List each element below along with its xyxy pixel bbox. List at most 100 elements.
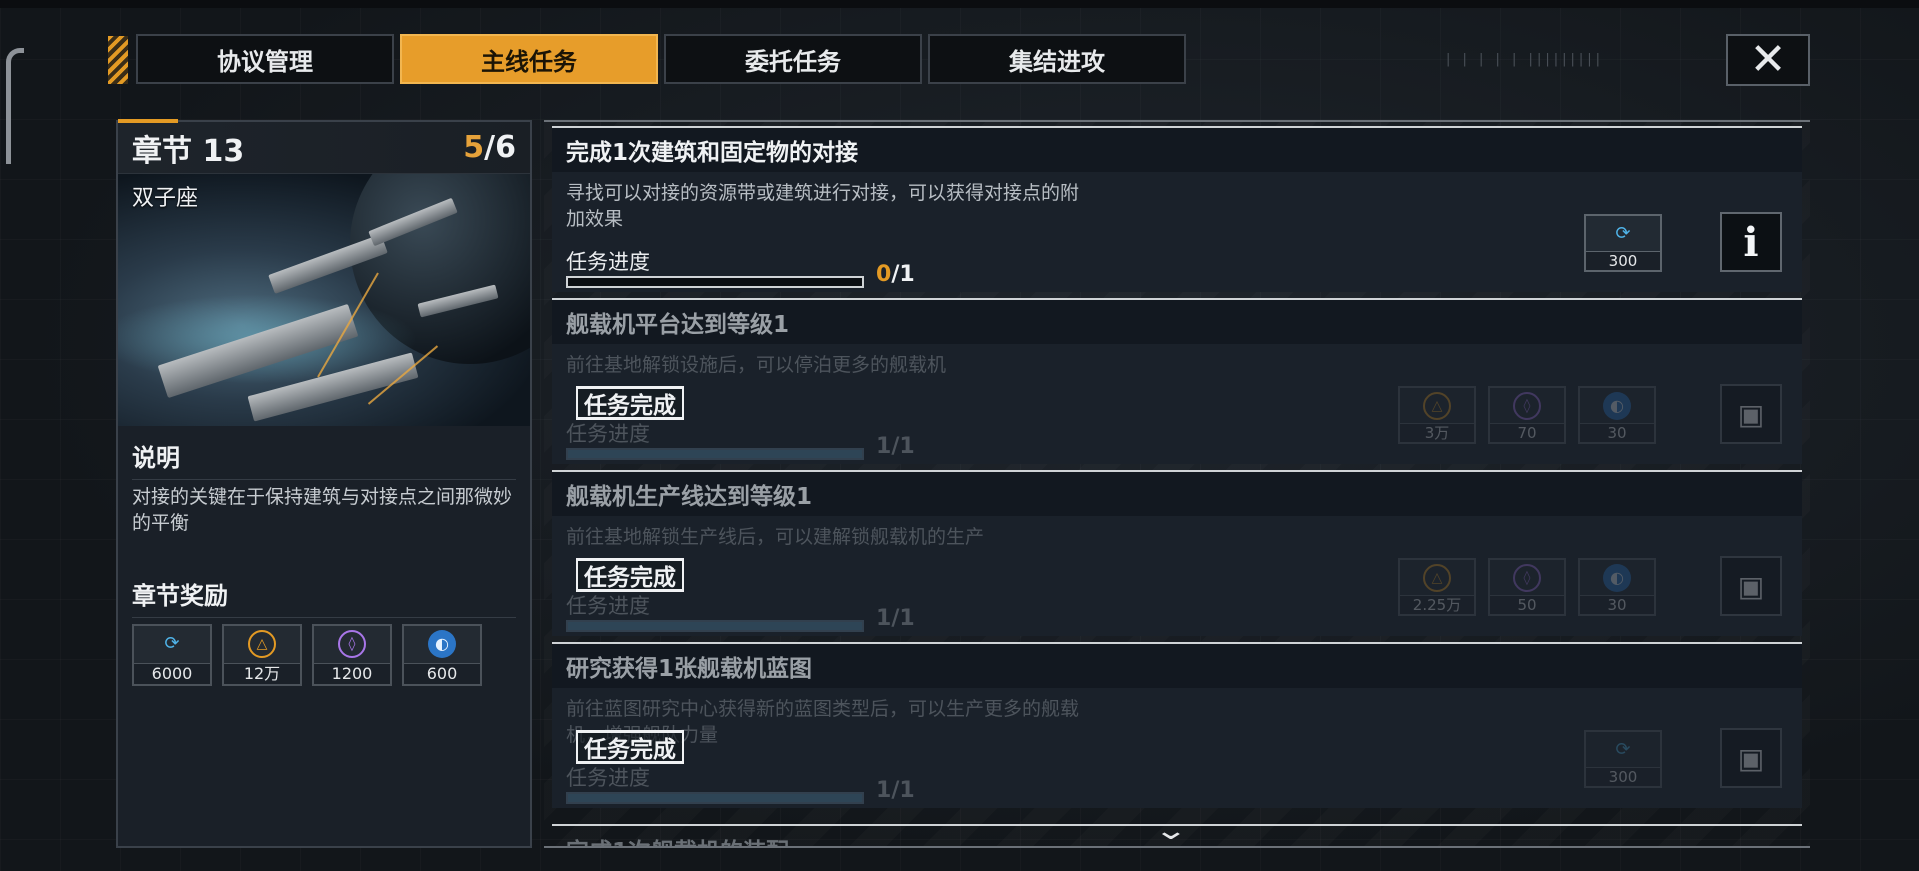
- tab-commission-quests[interactable]: 委托任务: [664, 34, 922, 84]
- progress-bar: [566, 276, 864, 288]
- gas-icon: ◐: [1603, 564, 1631, 592]
- edge-handle[interactable]: [6, 48, 24, 164]
- task-list[interactable]: 完成1次建筑和固定物的对接 寻找可以对接的资源带或建筑进行对接，可以获得对接点的…: [544, 120, 1810, 848]
- alloy-icon: △: [248, 630, 276, 658]
- progress-count: 1/1: [876, 606, 915, 631]
- rewards-section: 章节奖励 ⟳ 6000 △ 12万 ◊ 1200 ◐ 600: [118, 576, 530, 686]
- task-title: 完成1次建筑和固定物的对接: [552, 128, 1802, 172]
- progress-bar: [566, 620, 864, 632]
- task-card: 研究获得1张舰载机蓝图 前往蓝图研究中心获得新的蓝图类型后，可以生产更多的舰载机…: [552, 642, 1802, 808]
- description-text: 对接的关键在于保持建筑与对接点之间那微妙的平衡: [132, 486, 513, 534]
- reward-slot[interactable]: ⟳ 300: [1584, 214, 1662, 272]
- task-title: 舰载机平台达到等级1: [552, 300, 1802, 344]
- task-description: 寻找可以对接的资源带或建筑进行对接，可以获得对接点的附加效果: [566, 182, 1080, 230]
- gift-button[interactable]: ▣: [1720, 728, 1782, 788]
- progress-bar: [566, 448, 864, 460]
- tab-main-quests[interactable]: 主线任务: [400, 34, 658, 84]
- reward-amount: 30: [1580, 423, 1654, 442]
- cycle-icon: ⟳: [1615, 223, 1631, 244]
- tab-rally-attack[interactable]: 集结进攻: [928, 34, 1186, 84]
- progress-fill: [568, 622, 862, 630]
- progress-count: 0/1: [876, 262, 915, 287]
- chapter-progress: 5/6: [463, 130, 516, 165]
- chapter-rewards: ⟳ 6000 △ 12万 ◊ 1200 ◐ 600: [132, 624, 516, 686]
- rewards-title: 章节奖励: [132, 582, 228, 610]
- task-title: 舰载机生产线达到等级1: [552, 472, 1802, 516]
- task-complete-stamp: 任务完成: [576, 386, 684, 420]
- chapter-progress-total: /6: [484, 130, 516, 165]
- crystal-icon: ◊: [1513, 564, 1541, 592]
- progress-bar: [566, 792, 864, 804]
- progress-current: 1: [876, 778, 892, 803]
- reward-amount: 50: [1490, 595, 1564, 614]
- task-description: 前往基地解锁生产线后，可以建解锁舰载机的生产: [566, 526, 985, 548]
- reward-amount: 300: [1586, 251, 1660, 270]
- reward-slot[interactable]: ◊ 70: [1488, 386, 1566, 444]
- reward-slot[interactable]: △ 12万: [222, 624, 302, 686]
- task-complete-stamp: 任务完成: [576, 558, 684, 592]
- cycle-icon: ⟳: [164, 633, 180, 654]
- reward-slot[interactable]: △ 2.25万: [1398, 558, 1476, 616]
- task-description: 前往基地解锁设施后，可以停泊更多的舰载机: [566, 354, 947, 376]
- cycle-icon: ⟳: [1615, 739, 1631, 760]
- panel-accent: [118, 119, 178, 123]
- gift-button[interactable]: ▣: [1720, 556, 1782, 616]
- reward-slot[interactable]: ⟳ 6000: [132, 624, 212, 686]
- alloy-icon: △: [1423, 564, 1451, 592]
- progress-label: 任务进度: [566, 422, 650, 446]
- alloy-icon: △: [1423, 392, 1451, 420]
- top-strip: [0, 0, 1919, 8]
- chapter-image: 双子座: [118, 174, 530, 426]
- reward-slot[interactable]: ◊ 1200: [312, 624, 392, 686]
- task-rewards: △ 2.25万 ◊ 50 ◐ 30: [1398, 558, 1656, 616]
- chapter-subtitle: 双子座: [132, 186, 199, 211]
- chapter-header: 章节 13 5/6: [118, 122, 530, 174]
- divider: [132, 479, 516, 480]
- gas-icon: ◐: [1603, 392, 1631, 420]
- task-rewards: ⟳ 300: [1584, 730, 1662, 788]
- scroll-down-icon[interactable]: ⌄: [1153, 816, 1188, 846]
- info-icon: i: [1743, 218, 1759, 266]
- progress-total: /1: [891, 434, 915, 459]
- reward-amount: 300: [1586, 767, 1660, 786]
- close-button[interactable]: ✕: [1726, 34, 1810, 86]
- reward-amount: 3万: [1400, 423, 1474, 442]
- reward-amount: 6000: [134, 663, 210, 684]
- reward-amount: 70: [1490, 423, 1564, 442]
- progress-count: 1/1: [876, 778, 915, 803]
- progress-total: /1: [891, 778, 915, 803]
- task-card: 舰载机平台达到等级1 前往基地解锁设施后，可以停泊更多的舰载机 任务进度 1/1…: [552, 298, 1802, 464]
- progress-total: /1: [891, 606, 915, 631]
- info-button[interactable]: i: [1720, 212, 1782, 272]
- tab-bar: 协议管理 主线任务 委托任务 集结进攻: [136, 34, 1186, 84]
- reward-slot[interactable]: ⟳ 300: [1584, 730, 1662, 788]
- crystal-icon: ◊: [1513, 392, 1541, 420]
- tab-protocol-management[interactable]: 协议管理: [136, 34, 394, 84]
- reward-slot[interactable]: ◐ 30: [1578, 558, 1656, 616]
- reward-slot[interactable]: ◊ 50: [1488, 558, 1566, 616]
- gas-icon: ◐: [428, 630, 456, 658]
- task-rewards: △ 3万 ◊ 70 ◐ 30: [1398, 386, 1656, 444]
- reward-amount: 30: [1580, 595, 1654, 614]
- gift-icon: ▣: [1737, 741, 1765, 775]
- gift-button[interactable]: ▣: [1720, 384, 1782, 444]
- reward-amount: 12万: [224, 663, 300, 684]
- chapter-title: 章节 13: [132, 133, 245, 169]
- reward-slot[interactable]: ◐ 30: [1578, 386, 1656, 444]
- divider: [132, 617, 516, 618]
- progress-current: 0: [876, 262, 892, 287]
- task-card: 舰载机生产线达到等级1 前往基地解锁生产线后，可以建解锁舰载机的生产 任务进度 …: [552, 470, 1802, 636]
- progress-label: 任务进度: [566, 250, 650, 274]
- task-title: 研究获得1张舰载机蓝图: [552, 644, 1802, 688]
- progress-count: 1/1: [876, 434, 915, 459]
- progress-fill: [568, 450, 862, 458]
- chapter-panel: 章节 13 5/6 双子座 说明 对接的关键在于保持建筑与对接点之间那微妙的平衡…: [116, 119, 532, 848]
- tab-accent-stripe: [108, 36, 128, 84]
- progress-label: 任务进度: [566, 594, 650, 618]
- reward-amount: 1200: [314, 663, 390, 684]
- description-title: 说明: [132, 444, 180, 472]
- progress-current: 1: [876, 434, 892, 459]
- reward-amount: 2.25万: [1400, 595, 1474, 614]
- reward-slot[interactable]: △ 3万: [1398, 386, 1476, 444]
- reward-slot[interactable]: ◐ 600: [402, 624, 482, 686]
